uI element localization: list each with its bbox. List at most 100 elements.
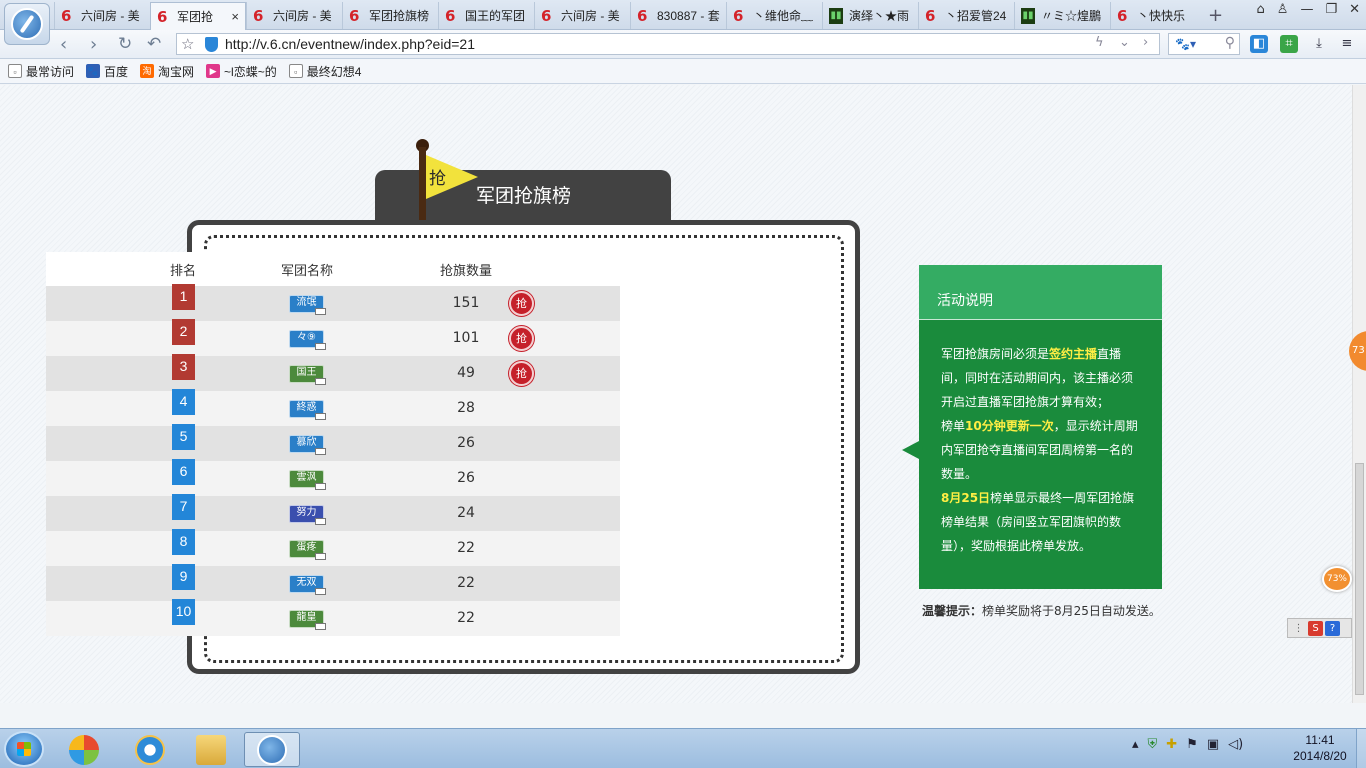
- crop-screenshot-icon[interactable]: ⌗: [1280, 35, 1298, 53]
- flag-pole: [419, 147, 426, 223]
- minimize-icon[interactable]: —: [1300, 2, 1313, 17]
- help-icon[interactable]: ?: [1325, 620, 1340, 636]
- legion-badge[interactable]: 努力: [289, 505, 326, 525]
- info-p3-highlight: 8月25日: [941, 491, 991, 505]
- six-rooms-icon: 6: [925, 6, 936, 25]
- bookmark-item[interactable]: 淘淘宝网: [140, 63, 194, 80]
- browser-360-icon[interactable]: [244, 732, 300, 767]
- grab-flag-button[interactable]: 抢: [509, 326, 534, 351]
- close-tab-icon[interactable]: ×: [231, 9, 239, 24]
- flag-count: 26: [457, 435, 475, 451]
- legion-badge[interactable]: 雲沨: [289, 470, 326, 490]
- browser-tab[interactable]: 6 830887 - 套: [630, 2, 726, 29]
- bookmark-item[interactable]: 🐾 百度: [86, 63, 128, 80]
- clock-time: 11:41: [1305, 733, 1335, 747]
- skin-icon[interactable]: ⌂: [1257, 2, 1265, 17]
- browser-tab[interactable]: 6 丶招爱管24: [918, 2, 1014, 29]
- volume-icon[interactable]: ◁): [1228, 737, 1243, 752]
- baidu-paw-icon[interactable]: 🐾▾: [1175, 37, 1196, 51]
- search-icon[interactable]: ⚲: [1225, 35, 1235, 51]
- legion-badge[interactable]: 慕欣: [289, 435, 326, 455]
- legion-level-icon: [315, 553, 326, 560]
- dropdown-chevron-icon[interactable]: ⌄: [1119, 35, 1130, 50]
- tab-bar: 6 六间房 - 美 6 军团抢 × 6 六间房 - 美 6 军团抢旗榜 6 国王的军团 6 六间房 - …: [0, 0, 1366, 45]
- legion-badge[interactable]: 蛋疼: [289, 540, 326, 560]
- grab-flag-button[interactable]: 抢: [509, 361, 534, 386]
- browser-tab[interactable]: 6 军团抢旗榜: [342, 2, 438, 29]
- browser-tab[interactable]: ▮▮ 演绎丶★雨: [822, 2, 918, 29]
- ie-icon[interactable]: [122, 732, 178, 767]
- browser-tab[interactable]: 6 丶快快乐: [1110, 2, 1206, 29]
- page-scrollbar[interactable]: [1352, 85, 1366, 703]
- favorite-star-icon[interactable]: ☆: [181, 35, 194, 53]
- new-tab-button[interactable]: +: [1208, 5, 1223, 26]
- flag-count: 26: [457, 470, 475, 486]
- show-desktop-button[interactable]: [1356, 729, 1366, 768]
- browser-logo-icon[interactable]: [4, 3, 50, 45]
- addon-tray-icon[interactable]: ✚: [1166, 737, 1177, 752]
- legion-name: 国王: [296, 367, 317, 378]
- go-arrow-icon[interactable]: ›: [1143, 35, 1148, 50]
- scrollbar-thumb[interactable]: [1355, 463, 1364, 695]
- shirt-icon[interactable]: ♙: [1277, 2, 1289, 17]
- bookmark-label: 淘宝网: [158, 64, 195, 79]
- network-icon[interactable]: ▣: [1207, 737, 1219, 752]
- search-box[interactable]: 🐾▾ ⚲: [1168, 33, 1240, 55]
- browser-tab[interactable]: 6 六间房 - 美: [54, 2, 150, 29]
- forward-icon[interactable]: ›: [90, 34, 97, 55]
- flag-count: 22: [457, 540, 475, 556]
- back-icon[interactable]: ‹: [60, 34, 67, 55]
- bookmark-item[interactable]: ▫ 最常访问: [8, 63, 74, 80]
- close-window-icon[interactable]: ✕: [1349, 2, 1360, 17]
- browser-tab[interactable]: ▮▮ 〃ミ☆煌鵬: [1014, 2, 1110, 29]
- security-tray-icon[interactable]: ⛨: [1148, 737, 1158, 752]
- explorer-folder-icon[interactable]: [183, 732, 239, 767]
- undo-icon[interactable]: ↶: [147, 34, 161, 54]
- baidu-paw-icon: 🐾: [86, 64, 101, 78]
- bookmarks-bar: ▫ 最常访问 🐾 百度淘淘宝网 ▶ ~l恋蝶~的 ▫ 最终幻想4: [0, 59, 1366, 84]
- refresh-icon[interactable]: ↻: [118, 34, 132, 54]
- browser-tab[interactable]: 6 六间房 - 美: [534, 2, 630, 29]
- download-icon[interactable]: ⤓: [1310, 35, 1328, 53]
- tab-title: 丶快快乐: [1137, 9, 1186, 23]
- activity-info-box: 活动说明 军团抢旗房间必须是签约主播直播间，同时在活动期间内，该主播必须开启过直…: [902, 265, 1162, 589]
- browser-tab[interactable]: 6 丶维他命﹏: [726, 2, 822, 29]
- browser-tab[interactable]: 6 六间房 - 美: [246, 2, 342, 29]
- url-text[interactable]: http://v.6.cn/eventnew/index.php?eid=21: [225, 36, 475, 52]
- address-bar[interactable]: ☆ http://v.6.cn/eventnew/index.php?eid=2…: [176, 33, 1160, 55]
- legion-badge[interactable]: 流氓: [289, 295, 326, 315]
- clock[interactable]: 11:41 2014/8/20: [1290, 732, 1350, 764]
- legion-name: 々⑨: [297, 332, 316, 343]
- browser-tab[interactable]: 6 国王的军团: [438, 2, 534, 29]
- bookmark-item[interactable]: ▫ 最终幻想4: [288, 63, 361, 80]
- rank-badge: 4: [172, 389, 195, 415]
- sidebar-toggle-icon[interactable]: ◧: [1250, 35, 1268, 53]
- legion-badge[interactable]: 国王: [289, 365, 326, 385]
- tab-title: 六间房 - 美: [561, 9, 620, 23]
- legion-badge[interactable]: 无双: [289, 575, 326, 595]
- legion-badge[interactable]: 々⑨: [289, 330, 326, 350]
- mini-toolbar: ⋮ S ?: [1287, 618, 1352, 638]
- tab-strip: 6 六间房 - 美 6 军团抢 × 6 六间房 - 美 6 军团抢旗榜 6 国王的军团 6 六间房 - …: [54, 2, 1206, 30]
- speed-ball-badge[interactable]: 73%: [1322, 566, 1352, 592]
- action-center-flag-icon[interactable]: ⚑: [1186, 737, 1198, 752]
- table-row: 2 々⑨ 101 抢: [46, 319, 620, 356]
- grab-flag-button[interactable]: 抢: [509, 291, 534, 316]
- legion-badge[interactable]: 終惑: [289, 400, 326, 420]
- windows-media-icon[interactable]: [56, 732, 112, 767]
- lightning-icon[interactable]: ϟ: [1095, 35, 1104, 50]
- info-title: 活动说明: [937, 293, 993, 309]
- legion-level-icon: [315, 623, 326, 630]
- menu-icon[interactable]: ≡: [1338, 35, 1356, 53]
- browser-tab[interactable]: 6 军团抢 ×: [150, 2, 246, 30]
- sogou-icon[interactable]: S: [1308, 620, 1323, 636]
- table-row: 1 流氓 151 抢: [46, 284, 620, 321]
- show-hidden-icons-icon[interactable]: ▴: [1132, 737, 1139, 752]
- tab-title: 830887 - 套: [657, 9, 720, 23]
- restore-icon[interactable]: ❐: [1325, 2, 1337, 17]
- legion-badge[interactable]: 龍皇: [289, 610, 326, 630]
- start-button[interactable]: [4, 731, 44, 767]
- legion-name: 慕欣: [296, 437, 317, 448]
- bookmark-label: ~l恋蝶~的: [224, 64, 277, 79]
- bookmark-item[interactable]: ▶ ~l恋蝶~的: [206, 63, 277, 80]
